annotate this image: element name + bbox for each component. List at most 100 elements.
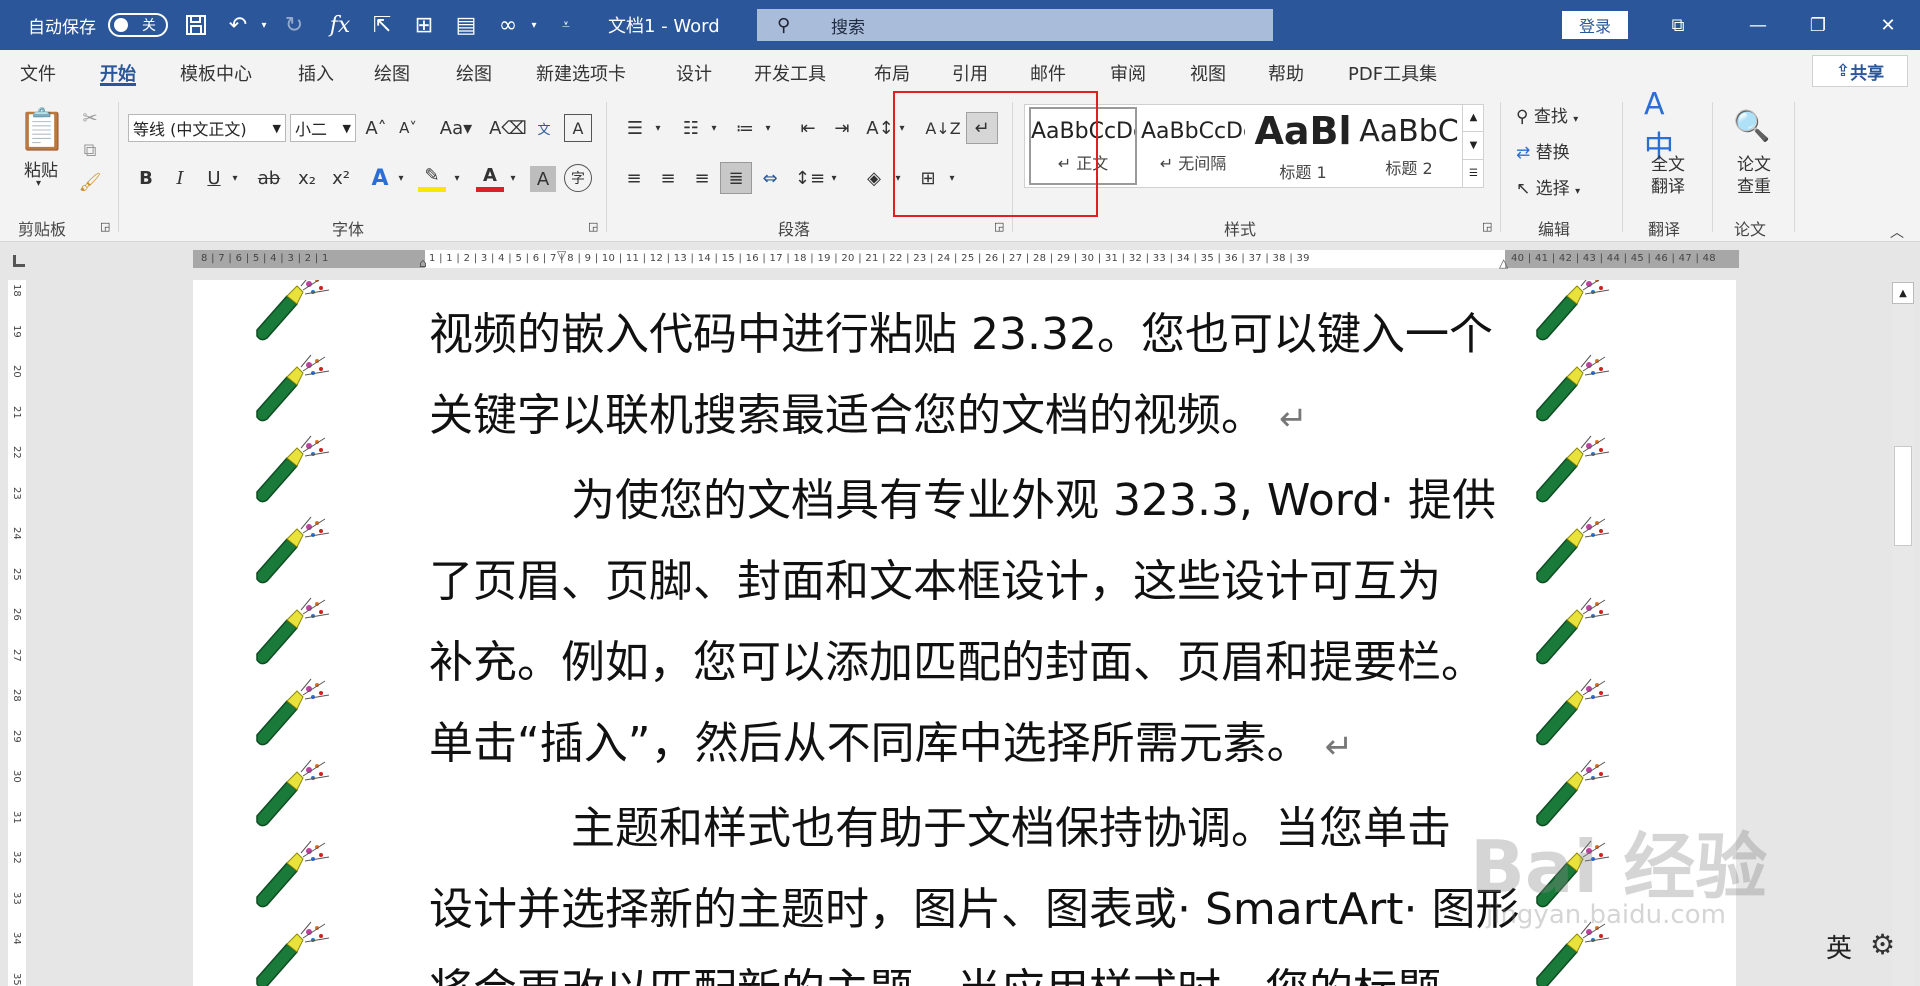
undo-dropdown-icon[interactable]: ▾ bbox=[250, 12, 278, 38]
enclose-char-icon[interactable]: 字 bbox=[564, 164, 592, 192]
collapse-ribbon-icon[interactable]: ︿ bbox=[1890, 222, 1904, 242]
line-spacing-dropdown-icon[interactable]: ▾ bbox=[828, 164, 840, 192]
close-icon[interactable]: ✕ bbox=[1860, 0, 1916, 50]
search-box[interactable]: ⚲ 搜索 bbox=[757, 9, 1273, 41]
replace-button[interactable]: ⇄ 替换 bbox=[1516, 138, 1570, 163]
tab-4[interactable]: 绘图 bbox=[374, 60, 410, 86]
clear-format-icon[interactable]: A⌫ bbox=[489, 114, 527, 142]
tab-12[interactable]: 审阅 bbox=[1110, 60, 1146, 86]
superscript-icon[interactable]: x² bbox=[328, 164, 354, 192]
vertical-scrollbar[interactable]: ▲ bbox=[1892, 280, 1914, 986]
tab-11[interactable]: 邮件 bbox=[1030, 60, 1066, 86]
paper-check-label[interactable]: 论文 查重 bbox=[1734, 154, 1774, 198]
paper-check-icon[interactable]: 🔍 bbox=[1730, 104, 1774, 148]
tab-13[interactable]: 视图 bbox=[1190, 60, 1226, 86]
text-effects-dropdown-icon[interactable]: ▾ bbox=[394, 164, 408, 192]
paste-icon[interactable]: 📋 bbox=[17, 104, 67, 154]
first-line-indent-icon[interactable]: ▽ bbox=[557, 248, 566, 262]
autosave-toggle[interactable]: 关 bbox=[108, 13, 168, 37]
shading-icon[interactable]: ◈ bbox=[860, 164, 888, 192]
select-cursor-icon[interactable]: ⇱ bbox=[368, 12, 396, 38]
tab-15[interactable]: PDF工具集 bbox=[1348, 60, 1437, 86]
font-size-combo[interactable]: 小二 ▼ bbox=[290, 114, 356, 142]
scroll-up-icon[interactable]: ▲ bbox=[1892, 282, 1914, 304]
phonetic-guide-icon[interactable]: 文 bbox=[530, 114, 558, 142]
strikethrough-icon[interactable]: ab bbox=[254, 164, 284, 192]
paragraph-launcher-icon[interactable]: ◲ bbox=[994, 220, 1004, 233]
cut-icon[interactable]: ✂ bbox=[78, 106, 102, 130]
highlight-dropdown-icon[interactable]: ▾ bbox=[450, 164, 464, 192]
text-effects-icon[interactable]: A bbox=[366, 164, 394, 192]
italic-icon[interactable]: I bbox=[168, 164, 192, 192]
shrink-font-icon[interactable]: A˅ bbox=[394, 114, 422, 142]
align-right-icon[interactable]: ≡ bbox=[688, 164, 716, 192]
right-indent-marker-icon[interactable]: △ bbox=[1499, 256, 1508, 270]
minimize-icon[interactable]: — bbox=[1730, 0, 1786, 50]
translate-label[interactable]: 全文 翻译 bbox=[1648, 154, 1688, 198]
font-color-icon[interactable]: A bbox=[476, 164, 504, 192]
subscript-icon[interactable]: x₂ bbox=[294, 164, 320, 192]
more-styles-icon[interactable]: ☰ bbox=[1463, 160, 1484, 188]
scroll-down-icon[interactable]: ▼ bbox=[1463, 132, 1484, 160]
multilevel-dropdown-icon[interactable]: ▾ bbox=[762, 114, 774, 142]
underline-icon[interactable]: U bbox=[202, 164, 226, 192]
multilevel-list-icon[interactable]: ≔ bbox=[730, 114, 760, 142]
grow-font-icon[interactable]: A˄ bbox=[362, 114, 390, 142]
tab-9[interactable]: 布局 bbox=[874, 60, 910, 86]
bold-icon[interactable]: B bbox=[134, 164, 158, 192]
tab-14[interactable]: 帮助 bbox=[1268, 60, 1304, 86]
redo-icon[interactable]: ↻ bbox=[280, 12, 308, 38]
font-launcher-icon[interactable]: ◲ bbox=[588, 220, 598, 233]
style-heading-2[interactable]: AaBbC 标题 2 bbox=[1355, 107, 1463, 185]
select-button[interactable]: ↖ 选择 ▾ bbox=[1516, 174, 1580, 199]
style-no-spacing[interactable]: AaBbCcDc ↵ 无间隔 bbox=[1139, 107, 1247, 185]
formula-icon[interactable]: fx bbox=[326, 12, 354, 38]
numbering-icon[interactable]: ☷ bbox=[676, 114, 706, 142]
tab-6[interactable]: 新建选项卡 bbox=[536, 60, 626, 86]
bullets-icon[interactable]: ☰ bbox=[620, 114, 650, 142]
char-border-icon[interactable]: A bbox=[564, 114, 592, 142]
decrease-indent-icon[interactable]: ⇤ bbox=[794, 114, 822, 142]
font-name-combo[interactable]: 等线 (中文正文) ▼ bbox=[128, 114, 286, 142]
styles-launcher-icon[interactable]: ◲ bbox=[1482, 220, 1492, 233]
share-button[interactable]: ⇪ 共享 bbox=[1812, 55, 1908, 87]
line-spacing-icon[interactable]: ↕≡ bbox=[795, 164, 825, 192]
clipboard-launcher-icon[interactable]: ◲ bbox=[100, 220, 110, 233]
document-body[interactable]: 视频的嵌入代码中进行粘贴 23.32。您也可以键入一个 关键字以联机搜索最适合您… bbox=[429, 294, 1519, 986]
scroll-thumb[interactable] bbox=[1894, 446, 1912, 546]
tab-2[interactable]: 模板中心 bbox=[180, 60, 252, 86]
login-button[interactable]: 登录 bbox=[1562, 11, 1628, 39]
scroll-up-icon[interactable]: ▲ bbox=[1463, 104, 1484, 132]
numbering-dropdown-icon[interactable]: ▾ bbox=[708, 114, 720, 142]
style-heading-1[interactable]: AaBl 标题 1 bbox=[1249, 107, 1357, 185]
gear-icon[interactable]: ⚙ bbox=[1870, 928, 1895, 961]
document-icon[interactable]: ▤ bbox=[452, 12, 480, 38]
format-painter-icon[interactable]: 🖌 bbox=[78, 170, 102, 194]
tab-8[interactable]: 开发工具 bbox=[754, 60, 826, 86]
align-left-icon[interactable]: ≡ bbox=[620, 164, 648, 192]
underline-dropdown-icon[interactable]: ▾ bbox=[228, 164, 242, 192]
save-icon[interactable] bbox=[182, 12, 210, 38]
justify-icon[interactable]: ≣ bbox=[720, 162, 752, 194]
restore-icon[interactable]: ❐ bbox=[1790, 0, 1846, 50]
ribbon-display-icon[interactable]: ⧉ bbox=[1650, 0, 1706, 50]
tab-0[interactable]: 文件 bbox=[20, 60, 56, 86]
tab-7[interactable]: 设计 bbox=[676, 60, 712, 86]
highlight-icon[interactable]: ✎ bbox=[418, 164, 446, 192]
distributed-icon[interactable]: ⇔ bbox=[756, 164, 784, 192]
paste-dropdown-icon[interactable]: ▾ bbox=[36, 178, 41, 189]
infinity-icon[interactable]: ∞ bbox=[494, 12, 522, 38]
char-shading-icon[interactable]: A bbox=[530, 166, 556, 192]
left-indent-marker-icon[interactable]: ⌂ bbox=[419, 256, 427, 270]
horizontal-ruler[interactable]: 8 | 7 | 6 | 5 | 4 | 3 | 2 | 1 1 | 1 | 2 … bbox=[193, 248, 1739, 270]
ime-indicator[interactable]: 英 bbox=[1826, 928, 1852, 965]
align-center-icon[interactable]: ≡ bbox=[654, 164, 682, 192]
change-case-icon[interactable]: Aa▾ bbox=[434, 114, 478, 142]
tab-3[interactable]: 插入 bbox=[298, 60, 334, 86]
undo-icon[interactable]: ↶ bbox=[224, 12, 252, 38]
customize-toolbar-icon[interactable]: ⩡ bbox=[552, 12, 580, 38]
hierarchy-icon[interactable]: ⊞ bbox=[410, 12, 438, 38]
tab-5[interactable]: 绘图 bbox=[456, 60, 492, 86]
tab-1[interactable]: 开始 bbox=[100, 60, 136, 86]
font-color-dropdown-icon[interactable]: ▾ bbox=[506, 164, 520, 192]
